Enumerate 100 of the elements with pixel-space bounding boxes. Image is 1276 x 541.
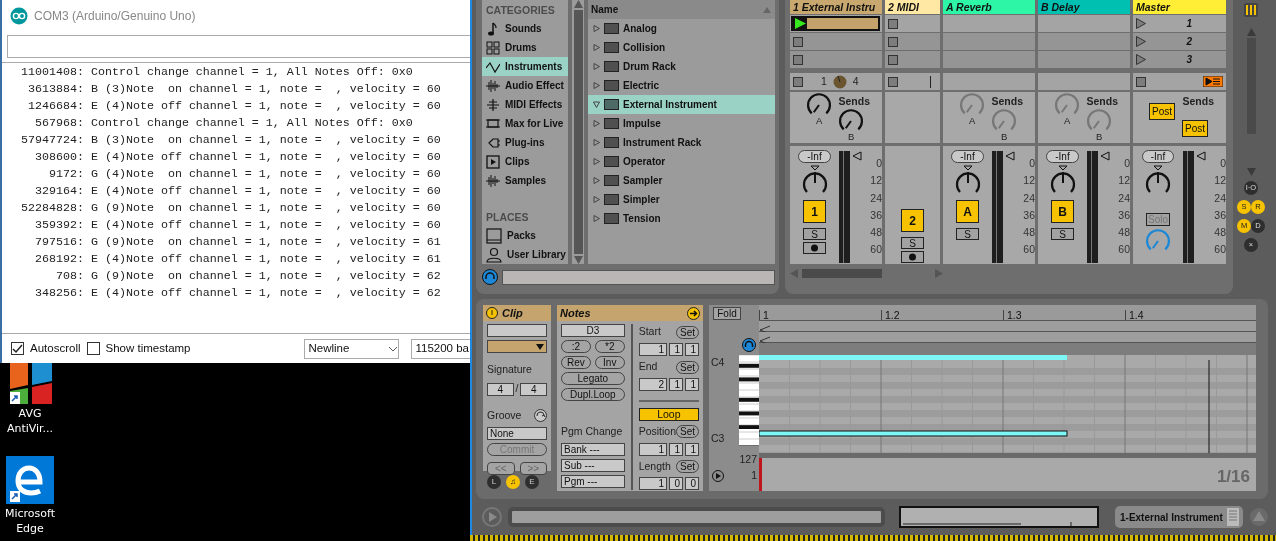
browser-item[interactable]: Operator <box>588 152 775 171</box>
note-bar[interactable] <box>759 430 1068 437</box>
headphones-icon[interactable] <box>742 338 756 353</box>
solo-button[interactable]: S <box>803 228 826 240</box>
expand-icon[interactable] <box>593 139 600 146</box>
category-item[interactable]: Samples <box>482 171 568 190</box>
stop-button[interactable] <box>793 76 803 87</box>
piano-keyboard[interactable] <box>739 355 759 447</box>
scroll-up-icon[interactable] <box>573 0 583 8</box>
signature-field[interactable]: 4 <box>520 382 547 396</box>
power-icon[interactable] <box>486 307 498 320</box>
clip-name-field[interactable] <box>487 324 547 338</box>
category-item[interactable]: Clips <box>482 152 568 171</box>
post-button[interactable]: Post <box>1149 103 1175 120</box>
line-ending-dropdown[interactable]: Newline <box>304 338 400 359</box>
groove-field[interactable]: None <box>487 426 547 440</box>
scene-launch[interactable]: 3 <box>1133 51 1226 68</box>
category-item[interactable]: Plug-ins <box>482 133 568 152</box>
track-activator-button[interactable]: A <box>956 200 979 223</box>
solo-button[interactable]: S <box>1051 228 1074 240</box>
position-field[interactable]: 0 <box>669 477 683 491</box>
volume-marker-icon[interactable] <box>852 151 862 161</box>
track-header[interactable]: B Delay <box>1038 0 1130 14</box>
set-button[interactable]: Set <box>676 460 699 474</box>
clip-slot[interactable] <box>885 15 940 32</box>
track-activator-button[interactable]: 1 <box>803 200 826 223</box>
pan-knob[interactable] <box>800 165 829 195</box>
overview-bar[interactable] <box>899 506 1099 529</box>
clip-slot[interactable] <box>790 33 882 50</box>
view-toggle-button[interactable]: L <box>487 475 501 490</box>
browser-item[interactable]: External Instrument <box>588 95 775 114</box>
volume-field[interactable]: -Inf <box>1141 150 1175 163</box>
note-button[interactable]: *2 <box>594 340 625 354</box>
fold-button[interactable]: Fold <box>713 307 741 321</box>
column-header[interactable]: Name <box>591 2 619 17</box>
scrollbar-thumb[interactable] <box>802 269 882 278</box>
expand-icon[interactable] <box>593 63 600 70</box>
category-item[interactable]: Audio Effect <box>482 76 568 95</box>
expand-icon[interactable] <box>593 120 600 127</box>
browser-item[interactable]: Tension <box>588 209 775 228</box>
solo-button[interactable]: S <box>901 237 924 249</box>
icon-label[interactable]: Microsoft Edge <box>2 506 58 536</box>
scene-launch[interactable]: 2 <box>1133 33 1226 50</box>
arm-button[interactable] <box>901 251 924 263</box>
set-button[interactable]: Set <box>676 360 699 374</box>
expand-icon[interactable] <box>593 158 600 165</box>
track-header[interactable]: A Reverb <box>943 0 1035 14</box>
browser-item[interactable]: Drum Rack <box>588 57 775 76</box>
refresh-icon[interactable] <box>534 409 547 423</box>
category-item[interactable]: Drums <box>482 38 568 57</box>
note-grid[interactable] <box>759 355 1256 454</box>
loop-strip[interactable] <box>759 332 1256 344</box>
browser-item[interactable]: Electric <box>588 76 775 95</box>
note-button[interactable]: Inv <box>594 356 625 370</box>
places-item[interactable]: Packs <box>482 226 568 245</box>
loop-strip[interactable] <box>759 321 1256 333</box>
expand-icon[interactable] <box>593 215 600 222</box>
message-input-field[interactable] <box>7 35 470 58</box>
headphones-icon[interactable] <box>482 269 498 285</box>
pan-knob[interactable] <box>1048 165 1077 195</box>
position-field[interactable]: 1 <box>669 343 683 357</box>
position-field[interactable]: 1 <box>638 477 667 491</box>
position-field[interactable]: 1 <box>685 442 699 456</box>
post-button[interactable]: Post <box>1182 120 1208 137</box>
browser-item[interactable]: Collision <box>588 38 775 57</box>
view-toggle-button[interactable]: E <box>525 475 539 490</box>
category-item[interactable]: Max for Live <box>482 114 568 133</box>
scrollbar-thumb[interactable] <box>573 10 583 254</box>
position-field[interactable]: 1 <box>669 377 683 391</box>
note-button[interactable]: Rev <box>561 356 591 370</box>
volume-marker-icon[interactable] <box>1196 151 1206 161</box>
volume-marker-icon[interactable] <box>1005 151 1015 161</box>
search-field[interactable] <box>502 269 775 285</box>
solo-button[interactable]: S <box>956 228 979 240</box>
note-button[interactable]: Dupl.Loop <box>561 388 625 402</box>
track-header[interactable]: Master <box>1133 0 1226 14</box>
note-button[interactable]: :2 <box>561 340 591 354</box>
scene-launch[interactable]: 1 <box>1133 15 1226 32</box>
category-item[interactable]: Instruments <box>482 57 568 76</box>
checkbox[interactable] <box>86 342 100 355</box>
pan-knob[interactable] <box>953 165 982 195</box>
program-field[interactable]: Pgm --- <box>561 475 625 489</box>
clip-slot[interactable] <box>790 51 882 68</box>
velocity-marker[interactable] <box>759 457 762 491</box>
places-item[interactable]: User Library <box>482 245 568 264</box>
expand-icon[interactable] <box>593 177 600 184</box>
view-toggle-button[interactable]: ♫ <box>506 475 520 490</box>
pan-knob[interactable] <box>1144 165 1172 195</box>
device-status[interactable]: 1-External Instrument <box>1115 506 1243 529</box>
clip-slot[interactable] <box>885 51 940 68</box>
volume-field[interactable]: -Inf <box>1046 150 1079 163</box>
color-dropdown[interactable] <box>487 340 547 354</box>
program-field[interactable]: Bank --- <box>561 443 625 457</box>
stop-button[interactable] <box>1136 76 1146 87</box>
expand-icon[interactable] <box>593 25 600 32</box>
stop-button[interactable] <box>888 18 898 29</box>
stop-button[interactable] <box>888 76 898 87</box>
expand-icon[interactable] <box>593 196 600 203</box>
position-field[interactable]: 1 <box>685 343 699 357</box>
arm-button[interactable] <box>803 242 826 254</box>
